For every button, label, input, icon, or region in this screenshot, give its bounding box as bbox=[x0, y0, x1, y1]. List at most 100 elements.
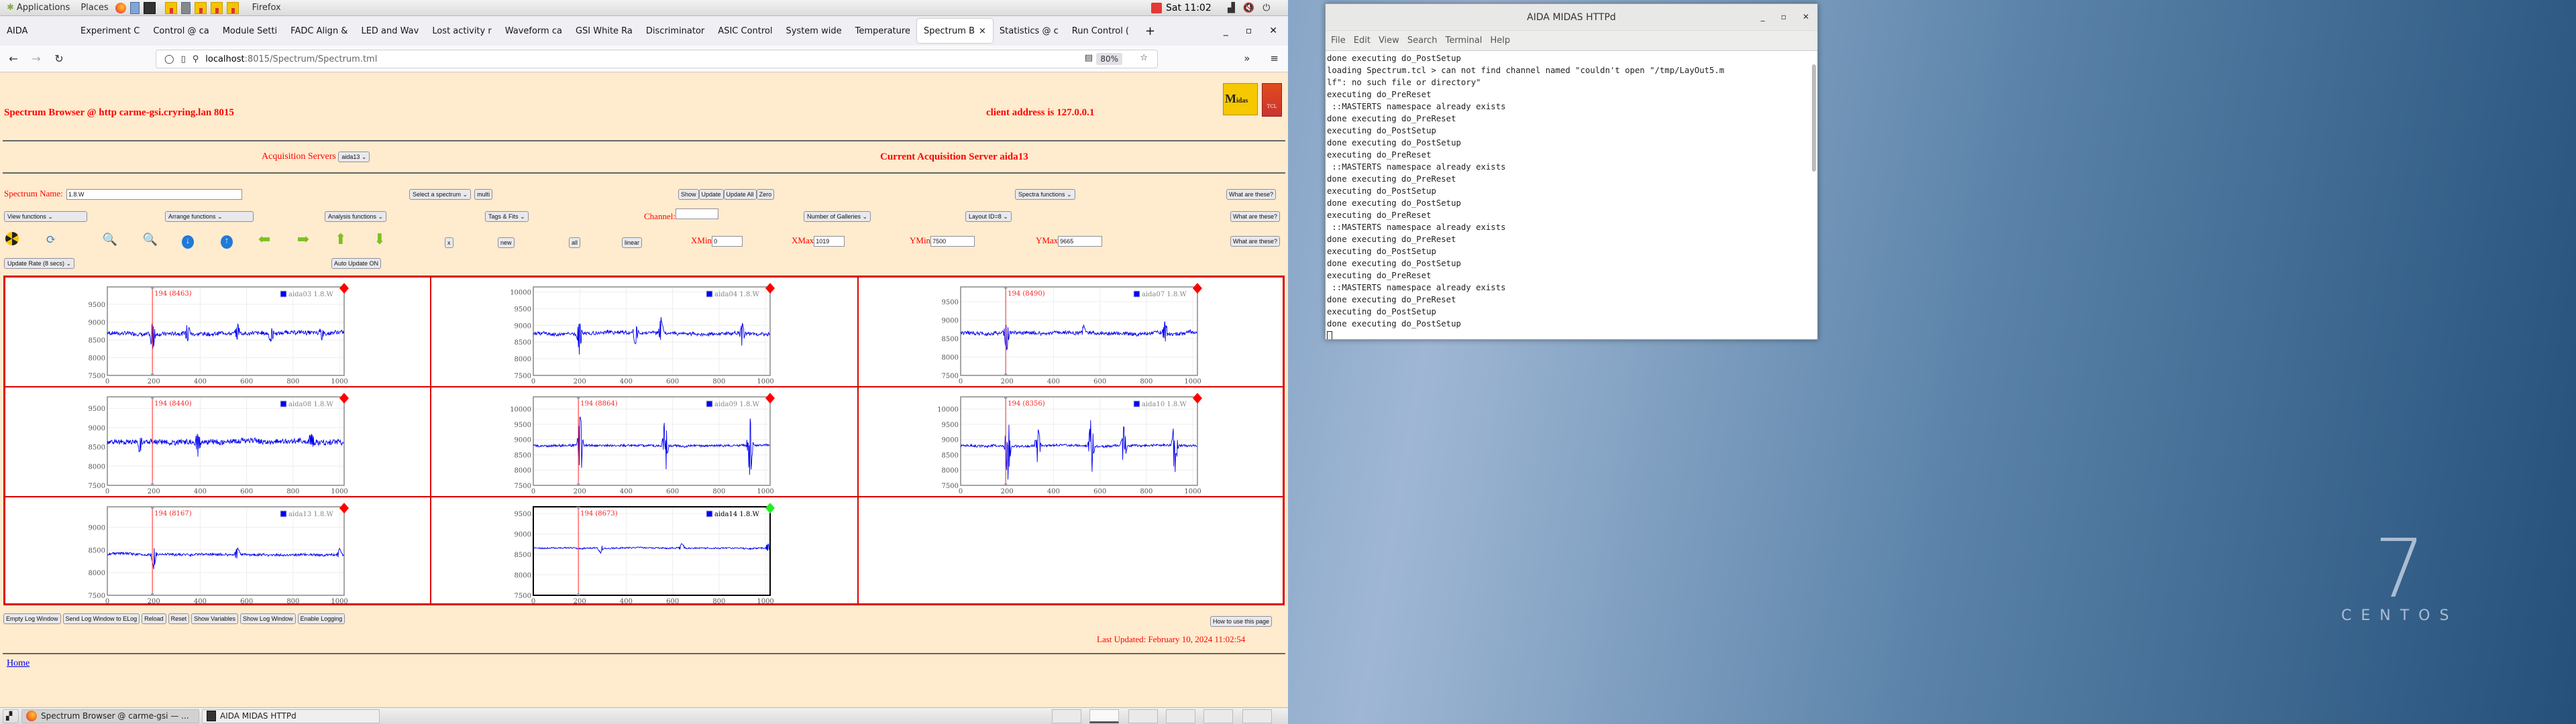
analysis-functions-dropdown[interactable]: Analysis functions bbox=[325, 211, 387, 222]
spectrum-plot[interactable]: 0 200 400 600 800 1000 7500 8000 8500 9000 9500 194… bbox=[859, 278, 1281, 385]
browser-tab[interactable]: Waveform ca bbox=[498, 19, 569, 43]
update-all-button[interactable]: Update All bbox=[723, 189, 757, 200]
show-log-window-button[interactable]: Show Log Window bbox=[240, 613, 296, 624]
what-are-these-button[interactable]: What are these? bbox=[1230, 211, 1281, 222]
clock[interactable]: Sat 11:02 bbox=[1166, 0, 1212, 16]
menu-help[interactable]: Help bbox=[1490, 36, 1510, 46]
zoom-level-badge[interactable]: 80% bbox=[1096, 53, 1122, 65]
menu-edit[interactable]: Edit bbox=[1354, 36, 1371, 46]
workspace-1[interactable] bbox=[1052, 709, 1081, 723]
menu-view[interactable]: View bbox=[1379, 36, 1399, 46]
auto-update-button[interactable]: Auto Update ON bbox=[331, 258, 382, 269]
linear-button[interactable]: linear bbox=[622, 237, 643, 248]
browser-tab[interactable]: Control @ ca bbox=[146, 19, 215, 43]
multi-button[interactable]: multi bbox=[474, 189, 493, 200]
spectrum-name-input[interactable]: 1.8.W bbox=[66, 189, 242, 200]
how-to-use-button[interactable]: How to use this page bbox=[1210, 616, 1273, 627]
enable-logging-button[interactable]: Enable Logging bbox=[297, 613, 345, 624]
spectrum-plot[interactable]: 0 200 400 600 800 1000 7500 8000 8500 9000 9500 194… bbox=[5, 387, 428, 495]
back-button[interactable]: ← bbox=[4, 52, 23, 65]
spectrum-panel[interactable]: 0 200 400 600 800 1000 7500 8000 8500 9000 9500 194… bbox=[5, 277, 431, 387]
what-are-these-button[interactable]: What are these? bbox=[1226, 189, 1277, 200]
panel-status-diamond-icon[interactable] bbox=[339, 393, 349, 404]
browser-tab[interactable]: Run Control ( bbox=[1065, 19, 1136, 43]
browser-tab[interactable]: FADC Align & bbox=[284, 19, 354, 43]
active-app-label[interactable]: Firefox bbox=[252, 3, 281, 13]
menu-terminal[interactable]: Terminal bbox=[1445, 36, 1482, 46]
spectrum-plot[interactable]: 0 200 400 600 800 1000 7500 8000 8500 9000 9500 100… bbox=[859, 387, 1281, 495]
new-tab-button[interactable]: + bbox=[1136, 24, 1165, 38]
xmin-input[interactable]: 0 bbox=[712, 236, 743, 247]
zero-button[interactable]: Zero bbox=[756, 189, 775, 200]
spectrum-panel[interactable]: 0 200 400 600 800 1000 7500 8000 8500 9000 9500 100… bbox=[431, 387, 858, 497]
spectrum-panel[interactable]: 0 200 400 600 800 1000 7500 8000 8500 9000 9500 194… bbox=[431, 497, 858, 605]
tags-fits-dropdown[interactable]: Tags & Fits bbox=[485, 211, 529, 222]
arrange-functions-dropdown[interactable]: Arrange functions bbox=[165, 211, 254, 222]
home-link[interactable]: Home bbox=[7, 658, 30, 669]
minimize-button[interactable]: _ bbox=[1224, 25, 1228, 36]
browser-tab[interactable]: AIDA bbox=[0, 19, 74, 43]
browser-tab[interactable]: System wide bbox=[779, 19, 848, 43]
close-window-button[interactable]: ✕ bbox=[1803, 12, 1809, 21]
maximize-button[interactable]: ▫ bbox=[1781, 12, 1786, 21]
spectrum-plot[interactable]: 0 200 400 600 800 1000 7500 8000 8500 9000 9500 194… bbox=[431, 497, 854, 605]
arrow-up-icon[interactable]: ⬆ bbox=[333, 232, 349, 248]
spectrum-plot[interactable]: 0 200 400 600 800 1000 7500 8000 8500 9000 9500 100… bbox=[431, 278, 854, 385]
menu-search[interactable]: Search bbox=[1407, 36, 1438, 46]
reader-view-icon[interactable]: ▤ bbox=[1085, 53, 1093, 63]
spectrum-plot[interactable]: 0 200 400 600 800 1000 7500 8000 8500 9000 194 (81… bbox=[5, 497, 428, 605]
refresh-icon[interactable]: ⟳ bbox=[43, 232, 59, 248]
shield-icon[interactable]: ◯ bbox=[164, 54, 174, 64]
zoom-in-icon[interactable]: 🔍 bbox=[102, 232, 118, 248]
maximize-button[interactable]: ▫ bbox=[1246, 25, 1252, 36]
midas-launcher-icon[interactable] bbox=[210, 1, 223, 14]
panel-status-diamond-icon[interactable] bbox=[339, 503, 349, 514]
arrow-left-icon[interactable]: ⬅ bbox=[256, 232, 272, 248]
url-bar[interactable]: ◯ ▯ ⚲ localhost:8015/Spectrum/Spectrum.t… bbox=[156, 50, 1158, 68]
spectrum-plot[interactable]: 0 200 400 600 800 1000 7500 8000 8500 9000 9500 194… bbox=[5, 278, 428, 385]
network-icon[interactable]: ▟ bbox=[1228, 3, 1235, 13]
close-window-button[interactable]: ✕ bbox=[1269, 25, 1277, 36]
ymin-input[interactable]: 7500 bbox=[930, 236, 975, 247]
power-icon[interactable]: ⏻ bbox=[1263, 3, 1270, 13]
spectrum-panel[interactable]: 0 200 400 600 800 1000 7500 8000 8500 9000 9500 194… bbox=[5, 387, 431, 497]
expand-vertical-icon[interactable]: ⇣ bbox=[180, 232, 196, 249]
places-menu[interactable]: Places bbox=[80, 3, 108, 13]
terminal-scrollbar[interactable] bbox=[1812, 64, 1816, 172]
arrow-right-icon[interactable]: ➡ bbox=[295, 232, 311, 248]
browser-tab[interactable]: GSI White Ra bbox=[569, 19, 639, 43]
panel-status-diamond-icon[interactable] bbox=[1193, 283, 1202, 294]
show-desktop-icon[interactable]: ▞ bbox=[3, 709, 19, 723]
browser-tab[interactable]: Statistics @ c bbox=[993, 19, 1065, 43]
spectrum-panel[interactable]: 0 200 400 600 800 1000 7500 8000 8500 9000 194 (81… bbox=[5, 497, 431, 605]
minimize-button[interactable]: _ bbox=[1761, 12, 1765, 21]
terminal-launcher-icon[interactable] bbox=[143, 1, 156, 14]
channel-input[interactable] bbox=[675, 208, 718, 219]
all-button[interactable]: all bbox=[569, 237, 581, 248]
browser-tab[interactable]: Discriminator bbox=[639, 19, 711, 43]
browser-tab[interactable]: LED and Wav bbox=[354, 19, 425, 43]
midas-launcher-icon[interactable] bbox=[226, 1, 239, 14]
empty-log-window-button[interactable]: Empty Log Window bbox=[3, 613, 61, 624]
workspace-6[interactable] bbox=[1242, 709, 1272, 723]
reload-button[interactable]: ↻ bbox=[50, 52, 68, 65]
spectrum-panel[interactable]: 0 200 400 600 800 1000 7500 8000 8500 9000 9500 100… bbox=[431, 277, 858, 387]
applications-menu[interactable]: ✱ Applications bbox=[7, 3, 70, 13]
browser-tab[interactable]: Module Setti bbox=[216, 19, 284, 43]
spectrum-plot[interactable]: 0 200 400 600 800 1000 7500 8000 8500 9000 9500 100… bbox=[431, 387, 854, 495]
zoom-out-icon[interactable]: 🔍 bbox=[142, 232, 158, 248]
show-variables-button[interactable]: Show Variables bbox=[191, 613, 239, 624]
browser-tab[interactable]: ASIC Control bbox=[711, 19, 779, 43]
number-of-galleries-dropdown[interactable]: Number of Galleries bbox=[804, 211, 871, 222]
reload-button[interactable]: Reload bbox=[142, 613, 166, 624]
panel-status-diamond-icon[interactable] bbox=[765, 393, 775, 404]
update-button[interactable]: Update bbox=[698, 189, 724, 200]
reset-button[interactable]: Reset bbox=[168, 613, 190, 624]
spectrum-panel[interactable]: 0 200 400 600 800 1000 7500 8000 8500 9000 9500 194… bbox=[858, 277, 1283, 387]
workspace-3[interactable] bbox=[1128, 709, 1158, 723]
spectra-functions-dropdown[interactable]: Spectra functions bbox=[1015, 189, 1075, 200]
midas-launcher-icon[interactable] bbox=[164, 1, 177, 14]
terminal-output[interactable]: done executing do_PostSetup loading Spect… bbox=[1326, 51, 1817, 339]
view-functions-dropdown[interactable]: View functions bbox=[4, 211, 87, 222]
forward-button[interactable]: → bbox=[27, 52, 46, 65]
